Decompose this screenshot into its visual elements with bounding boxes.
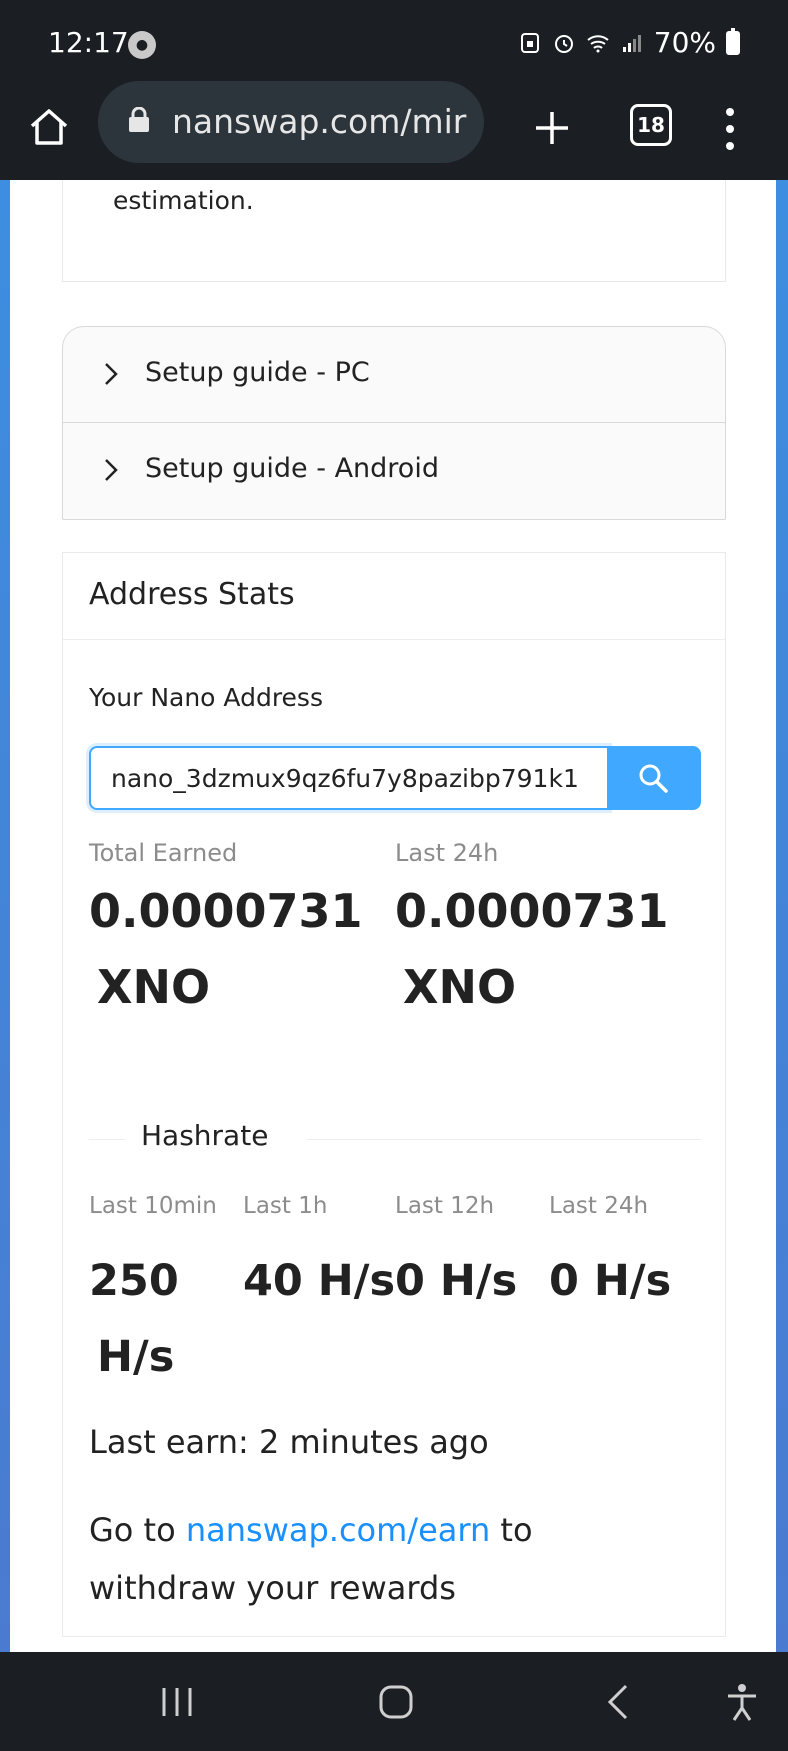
withdraw-prefix: Go to [89,1511,186,1549]
hashrate-1h-label: Last 1h [243,1193,328,1219]
hashrate-title: Hashrate [141,1119,269,1152]
hashrate-12h-value: 0 H/s [395,1256,518,1306]
chevron-right-icon [105,363,118,385]
last24h-earned-label: Last 24h [395,839,499,867]
web-page: estimation. Setup guide - PC Setup guide… [0,180,788,1652]
new-tab-plus-icon[interactable] [530,106,574,150]
hashrate-10min-value: 250 [89,1256,179,1306]
setup-guides-collapse: Setup guide - PC Setup guide - Android [62,326,726,520]
card-title: Address Stats [89,577,295,612]
setup-guide-pc[interactable]: Setup guide - PC [63,327,725,423]
url-text: nanswap.com/mir [172,102,467,141]
address-bar[interactable]: nanswap.com/mir [98,81,484,163]
card-header: Address Stats [63,553,725,640]
back-icon[interactable] [604,1682,634,1722]
status-time: 12:17 [48,26,129,59]
signal-icon [622,34,641,52]
last-earn-text: Last earn: 2 minutes ago [89,1423,489,1461]
wifi-icon [587,34,609,52]
hashrate-24h-label: Last 24h [549,1193,649,1219]
info-card: estimation. [62,180,726,282]
hashrate-10min-label: Last 10min [89,1193,217,1219]
notification-app-icon: ● [128,31,156,59]
accessibility-icon[interactable] [724,1682,760,1722]
system-nav-bar [0,1652,788,1751]
total-earned-unit: XNO [97,960,211,1014]
setup-guide-android[interactable]: Setup guide - Android [63,423,725,519]
status-bar: 12:17 ● 70% [0,0,788,88]
total-earned-label: Total Earned [89,839,238,867]
alarm-icon [554,34,573,53]
recent-apps-icon[interactable] [160,1682,194,1722]
status-icons: 70% [518,26,740,59]
earn-link[interactable]: nanswap.com/earn [186,1511,490,1549]
address-stats-card: Address Stats Your Nano Address Total Ea… [62,552,726,1637]
home-nav-icon[interactable] [378,1682,414,1722]
lock-icon [129,107,149,132]
hashrate-10min-unit: H/s [97,1332,175,1382]
address-input[interactable] [89,746,609,810]
battery-percent: 70% [653,26,716,59]
page-content: estimation. Setup guide - PC Setup guide… [10,180,776,1652]
address-label: Your Nano Address [89,683,323,712]
screen-lock-icon [520,32,539,53]
hashrate-24h-value: 0 H/s [549,1256,672,1306]
chevron-right-icon [105,459,118,481]
more-menu-icon[interactable] [720,104,740,154]
hashrate-divider-left [89,1139,125,1140]
tab-switcher-button[interactable]: 18 [630,104,672,146]
hashrate-1h-value: 40 H/s [243,1256,396,1306]
total-earned-amount: 0.0000731 [89,884,363,938]
last24h-earned-amount: 0.0000731 [395,884,669,938]
setup-guide-pc-label: Setup guide - PC [145,357,370,388]
battery-icon [726,27,740,55]
withdraw-note: Go to nanswap.com/earn to withdraw your … [89,1501,689,1617]
hashrate-divider-right [307,1139,701,1140]
last24h-earned-unit: XNO [403,960,517,1014]
info-text: estimation. [113,186,254,215]
search-icon [639,764,668,793]
setup-guide-android-label: Setup guide - Android [145,453,439,484]
home-icon[interactable] [28,106,70,148]
search-button[interactable] [607,746,701,810]
hashrate-12h-label: Last 12h [395,1193,495,1219]
